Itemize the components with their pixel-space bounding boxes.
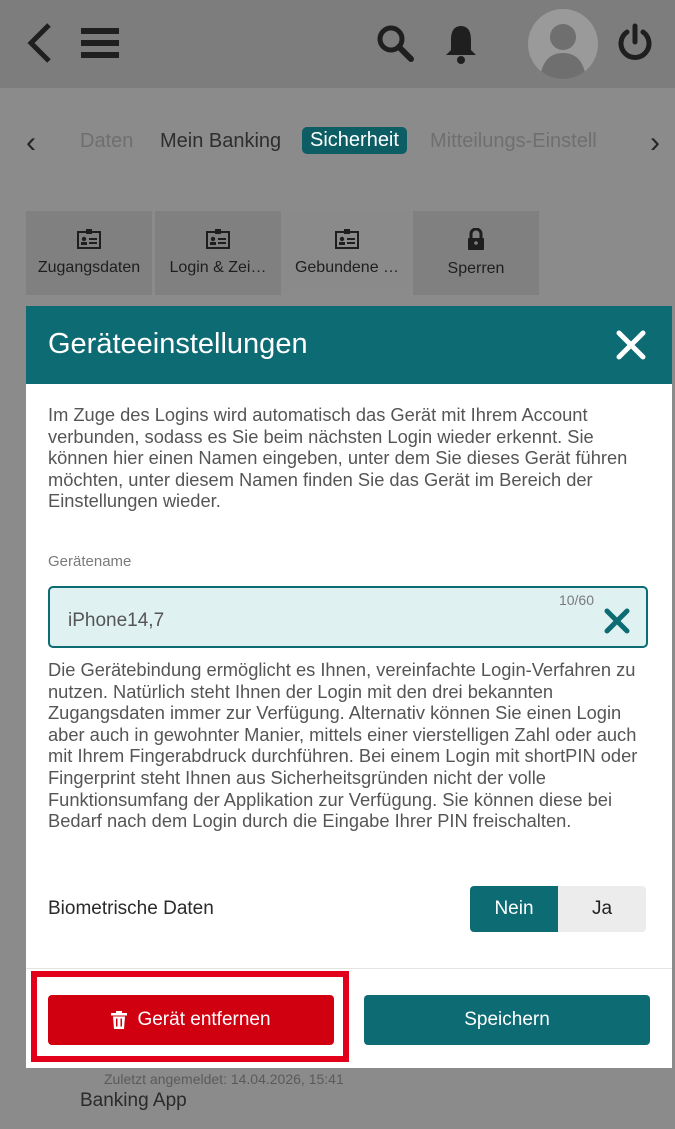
- last-login-text: Zuletzt angemeldet: 14.04.2026, 15:41: [104, 1071, 344, 1087]
- id-card-icon: [335, 229, 359, 249]
- toggle-no[interactable]: Nein: [470, 886, 558, 932]
- tab-mein-banking[interactable]: Mein Banking: [160, 130, 281, 153]
- avatar[interactable]: [528, 9, 598, 79]
- subtab-gebundene-geraete[interactable]: Gebundene …: [284, 211, 410, 295]
- section-tabs: ‹ Daten Mein Banking Sicherheit Mitteilu…: [0, 112, 675, 174]
- close-icon[interactable]: [614, 328, 648, 362]
- subtab-label: Sperren: [447, 260, 505, 277]
- subtab-label: Gebundene …: [294, 259, 400, 276]
- subtab-login-zeiten[interactable]: Login & Zei…: [155, 211, 281, 295]
- id-card-icon: [77, 229, 101, 249]
- menu-icon[interactable]: [78, 18, 122, 68]
- top-bar: [0, 0, 675, 88]
- subtab-sperren[interactable]: Sperren: [413, 211, 539, 295]
- device-name-value[interactable]: iPhone14,7: [68, 610, 164, 632]
- subtab-zugangsdaten[interactable]: Zugangsdaten: [26, 211, 152, 295]
- id-card-icon: [206, 229, 230, 249]
- device-settings-dialog: Geräteeinstellungen Im Zuge des Logins w…: [26, 306, 672, 1068]
- binding-info-text: Die Gerätebindung ermöglicht es Ihnen, v…: [48, 659, 638, 832]
- tab-sicherheit[interactable]: Sicherheit: [302, 127, 407, 154]
- biometric-label: Biometrische Daten: [48, 898, 214, 919]
- search-icon[interactable]: [370, 18, 420, 68]
- bell-icon[interactable]: [436, 18, 486, 68]
- save-label: Speichern: [464, 1009, 550, 1030]
- clear-icon[interactable]: [604, 608, 630, 634]
- intro-text: Im Zuge des Logins wird automatisch das …: [48, 404, 628, 512]
- tab-daten[interactable]: Daten: [80, 130, 133, 153]
- biometric-toggle: Nein Ja: [470, 886, 646, 932]
- char-counter: 10/60: [558, 592, 594, 608]
- highlight-frame: [31, 971, 349, 1062]
- device-name-text: Banking App: [80, 1090, 187, 1111]
- subtab-label: Login & Zei…: [169, 259, 267, 276]
- device-name-label: Gerätename: [48, 553, 132, 570]
- save-button[interactable]: Speichern: [364, 995, 650, 1045]
- subtab-label: Zugangsdaten: [37, 259, 141, 276]
- device-name-field[interactable]: iPhone14,7 10/60: [48, 586, 648, 648]
- dialog-title: Geräteeinstellungen: [48, 328, 308, 360]
- lock-icon: [468, 228, 484, 250]
- tab-mitteilungs-einstellungen[interactable]: Mitteilungs-Einstell: [430, 130, 626, 153]
- tabs-prev-icon[interactable]: ‹: [26, 128, 36, 158]
- power-icon[interactable]: [610, 18, 660, 68]
- toggle-yes[interactable]: Ja: [558, 886, 646, 932]
- back-icon[interactable]: [20, 18, 60, 68]
- footer-divider: [26, 968, 672, 969]
- dialog-header: Geräteeinstellungen: [26, 306, 672, 384]
- tabs-next-icon[interactable]: ›: [650, 128, 660, 158]
